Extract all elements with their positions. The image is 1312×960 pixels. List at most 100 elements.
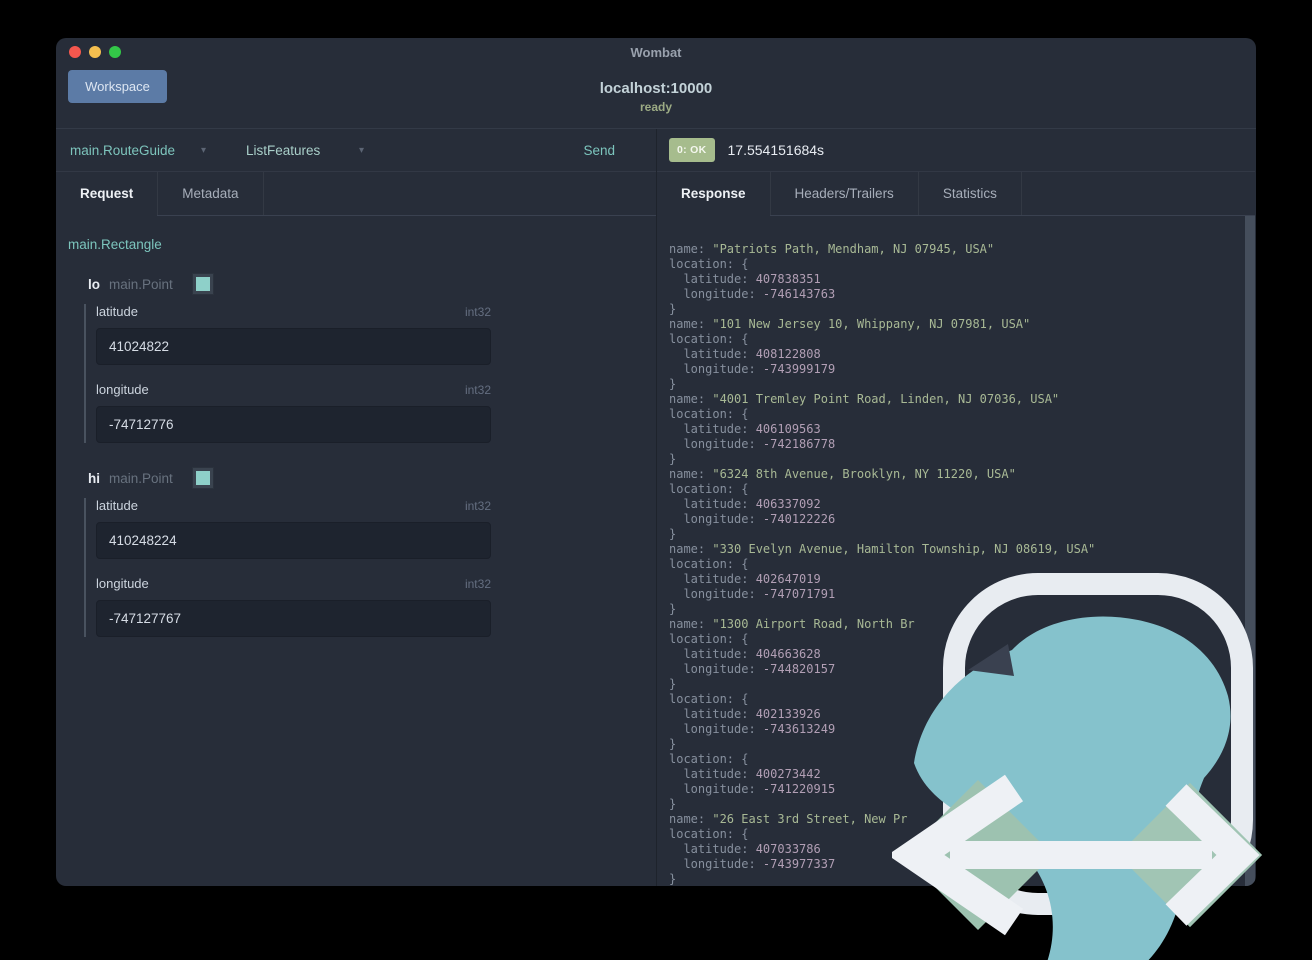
response-line: latitude: 407838351 bbox=[669, 272, 821, 286]
field-enabled-checkbox[interactable] bbox=[191, 273, 214, 295]
input-label: longitude bbox=[96, 382, 149, 397]
send-button[interactable]: Send bbox=[577, 142, 621, 159]
response-line: location: { bbox=[669, 407, 749, 421]
field-group: latitude int32 longitude int32 bbox=[84, 304, 491, 443]
response-line: latitude: 407033786 bbox=[669, 842, 821, 856]
response-line: } bbox=[669, 872, 677, 886]
desktop-background: Wombat Workspace localhost:10000 ready m… bbox=[0, 0, 1312, 960]
wombat-app-window: Wombat Workspace localhost:10000 ready m… bbox=[56, 38, 1256, 886]
tab-headers-trailers[interactable]: Headers/Trailers bbox=[771, 172, 919, 215]
response-line: location: { bbox=[669, 332, 749, 346]
duration-label: 17.554151684s bbox=[727, 142, 825, 158]
status-badge: 0: OK bbox=[669, 138, 715, 162]
input-type-hint: int32 bbox=[464, 576, 491, 591]
latitude-input[interactable] bbox=[96, 328, 491, 365]
tab-request[interactable]: Request bbox=[56, 172, 159, 216]
request-form: main.Rectangle lo main.Point latitude int32… bbox=[56, 216, 656, 637]
response-line: latitude: 402133926 bbox=[669, 707, 821, 721]
server-status-block: localhost:10000 ready bbox=[56, 80, 1256, 114]
response-line: longitude: -743999179 bbox=[669, 362, 836, 376]
request-toolbar: main.RouteGuide ▾ ListFeatures ▾ Send bbox=[56, 129, 656, 171]
input-type-hint: int32 bbox=[464, 382, 491, 397]
field-type-label: main.Point bbox=[109, 276, 173, 292]
response-line: } bbox=[669, 527, 677, 541]
form-field: latitude int32 bbox=[96, 498, 491, 559]
titlebar: Wombat bbox=[56, 38, 1256, 66]
response-line: name: "330 Evelyn Avenue, Hamilton Towns… bbox=[669, 542, 1096, 556]
response-line: latitude: 400273442 bbox=[669, 767, 821, 781]
response-line: latitude: 408122808 bbox=[669, 347, 821, 361]
response-line: longitude: -747071791 bbox=[669, 587, 836, 601]
request-panel: main.RouteGuide ▾ ListFeatures ▾ Send Re… bbox=[56, 129, 656, 886]
tab-metadata[interactable]: Metadata bbox=[158, 172, 264, 215]
response-line: latitude: 406337092 bbox=[669, 497, 821, 511]
form-field: latitude int32 bbox=[96, 304, 491, 365]
response-line: location: { bbox=[669, 257, 749, 271]
response-line: location: { bbox=[669, 752, 749, 766]
input-label: latitude bbox=[96, 498, 138, 513]
field-head: latitude int32 bbox=[96, 304, 491, 319]
input-type-hint: int32 bbox=[464, 498, 491, 513]
response-line: location: { bbox=[669, 482, 749, 496]
input-type-hint: int32 bbox=[464, 304, 491, 319]
response-line: latitude: 404663628 bbox=[669, 647, 821, 661]
response-line: longitude: -744820157 bbox=[669, 662, 836, 676]
chevron-down-icon: ▾ bbox=[200, 144, 206, 156]
field-type-label: main.Point bbox=[109, 470, 173, 486]
response-line: name: "4001 Tremley Point Road, Linden, … bbox=[669, 392, 1060, 406]
response-line: longitude: -740122226 bbox=[669, 512, 836, 526]
response-line: location: { bbox=[669, 692, 749, 706]
response-line: name: "Patriots Path, Mendham, NJ 07945,… bbox=[669, 242, 995, 256]
response-line: location: { bbox=[669, 632, 749, 646]
response-toolbar: 0: OK 17.554151684s bbox=[657, 129, 1255, 171]
service-select[interactable]: main.RouteGuide ▾ bbox=[70, 143, 206, 158]
field-group-header: lo main.Point bbox=[88, 273, 656, 295]
form-field: longitude int32 bbox=[96, 382, 491, 443]
response-line: name: "6324 8th Avenue, Brooklyn, NY 112… bbox=[669, 467, 1016, 481]
tab-statistics[interactable]: Statistics bbox=[919, 172, 1022, 215]
request-content: main.Rectangle lo main.Point latitude int32… bbox=[56, 216, 656, 886]
field-head: longitude int32 bbox=[96, 576, 491, 591]
response-line: location: { bbox=[669, 827, 749, 841]
response-line: name: "26 East 3rd Street, New Pr bbox=[669, 812, 908, 826]
response-line: longitude: -746143763 bbox=[669, 287, 836, 301]
response-line: } bbox=[669, 452, 677, 466]
response-scrollbar[interactable] bbox=[1245, 216, 1255, 886]
longitude-input[interactable] bbox=[96, 406, 491, 443]
response-line: location: { bbox=[669, 557, 749, 571]
longitude-input[interactable] bbox=[96, 600, 491, 637]
response-line: longitude: -743977337 bbox=[669, 857, 836, 871]
latitude-input[interactable] bbox=[96, 522, 491, 559]
response-content: name: "Patriots Path, Mendham, NJ 07945,… bbox=[657, 216, 1255, 886]
response-line: } bbox=[669, 677, 677, 691]
response-line: name: "101 New Jersey 10, Whippany, NJ 0… bbox=[669, 317, 1031, 331]
response-line: longitude: -742186778 bbox=[669, 437, 836, 451]
response-panel: 0: OK 17.554151684s Response Headers/Trai… bbox=[656, 129, 1255, 886]
response-body: name: "Patriots Path, Mendham, NJ 07945,… bbox=[657, 216, 1255, 886]
tab-response[interactable]: Response bbox=[657, 172, 771, 216]
request-tabbar: Request Metadata bbox=[56, 171, 656, 216]
field-group: latitude int32 longitude int32 bbox=[84, 498, 491, 637]
main-panels: main.RouteGuide ▾ ListFeatures ▾ Send Re… bbox=[56, 128, 1256, 886]
response-line: } bbox=[669, 602, 677, 616]
field-head: longitude int32 bbox=[96, 382, 491, 397]
field-name-label: lo bbox=[88, 276, 100, 292]
response-line: longitude: -741220915 bbox=[669, 782, 836, 796]
field-enabled-checkbox[interactable] bbox=[191, 467, 214, 489]
message-type-label: main.Rectangle bbox=[68, 237, 162, 252]
input-label: latitude bbox=[96, 304, 138, 319]
form-field: longitude int32 bbox=[96, 576, 491, 637]
response-line: } bbox=[669, 302, 677, 316]
field-head: latitude int32 bbox=[96, 498, 491, 513]
response-line: longitude: -743613249 bbox=[669, 722, 836, 736]
response-line: latitude: 406109563 bbox=[669, 422, 821, 436]
window-title: Wombat bbox=[630, 45, 682, 60]
field-name-label: hi bbox=[88, 470, 100, 486]
response-line: } bbox=[669, 737, 677, 751]
response-line: } bbox=[669, 797, 677, 811]
method-select-value: ListFeatures bbox=[246, 142, 321, 158]
method-select[interactable]: ListFeatures ▾ bbox=[246, 143, 364, 158]
service-select-value: main.RouteGuide bbox=[70, 142, 176, 158]
response-line: } bbox=[669, 377, 677, 391]
response-line: name: "1300 Airport Road, North Br bbox=[669, 617, 915, 631]
